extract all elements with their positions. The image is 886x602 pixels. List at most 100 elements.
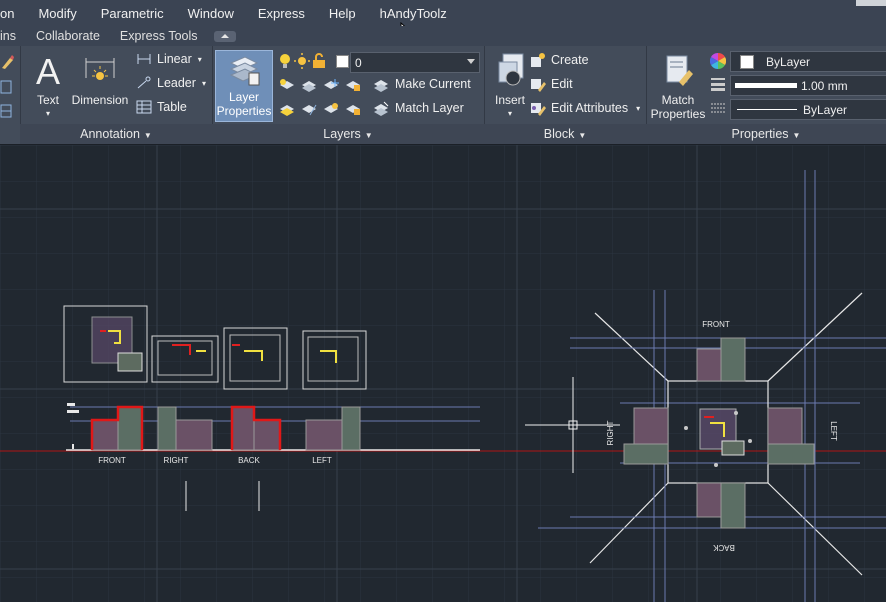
linetype-dropdown[interactable]: ByLayer xyxy=(730,99,886,120)
make-current-icon xyxy=(374,80,388,92)
color-swatch xyxy=(740,54,754,69)
unlock-icon xyxy=(313,53,325,68)
canvas-grid xyxy=(0,145,886,602)
menu-item-express[interactable]: Express xyxy=(246,6,317,21)
edit-attributes-icon xyxy=(531,103,546,116)
tab-express-tools[interactable]: Express Tools xyxy=(110,29,208,43)
chevron-up-icon xyxy=(220,34,229,38)
match-properties-label-2: Properties xyxy=(650,107,706,121)
lineweight-value: 1.00 mm xyxy=(801,78,848,93)
panel-title-properties[interactable]: Properties ▼ xyxy=(646,124,886,144)
view-label-left: LEFT xyxy=(312,456,332,465)
layer-lock-icon[interactable] xyxy=(344,77,362,93)
window-edge xyxy=(856,0,886,6)
plan-label-left: RIGHT xyxy=(606,420,615,445)
text-button[interactable]: A Text ▾ xyxy=(26,51,70,121)
dimension-button[interactable]: Dimension xyxy=(70,52,130,107)
tab-plugins[interactable]: ins xyxy=(0,29,26,43)
menu-item-handytoolz[interactable]: hAndyToolz xyxy=(368,6,459,21)
chevron-down-icon: ▾ xyxy=(197,54,202,64)
linetype-value: ByLayer xyxy=(803,102,848,117)
layer-stack-icon xyxy=(229,56,260,86)
panel-layers: Layer Properties 0 Make Current Match La… xyxy=(212,46,485,144)
lineweight-icon xyxy=(711,78,725,91)
insert-block-icon xyxy=(498,53,524,86)
layer-properties-button[interactable]: Layer Properties xyxy=(215,50,273,122)
panel-block: Insert ▾ Create Edit Edit Attributes ▾ B… xyxy=(484,46,647,144)
plan-label-bottom: BACK xyxy=(712,543,734,552)
panel-draw-partial xyxy=(0,46,21,144)
linear-dim-icon xyxy=(137,54,151,64)
color-value: ByLayer xyxy=(766,54,811,69)
menu-item-parametric[interactable]: Parametric xyxy=(89,6,176,21)
linetype-line xyxy=(737,109,797,110)
ribbon-minimize-button[interactable] xyxy=(213,30,236,42)
chevron-down-icon: ▾ xyxy=(507,109,512,118)
sun-icon xyxy=(294,53,310,69)
layer-off-icon[interactable] xyxy=(278,77,296,93)
leader-label: Leader xyxy=(157,76,196,90)
create-block-button[interactable]: Create xyxy=(530,52,589,68)
leader-icon xyxy=(137,76,151,89)
text-button-label: Text xyxy=(36,93,59,107)
layer-on-all-icon[interactable] xyxy=(278,101,296,117)
tab-collaborate[interactable]: Collaborate xyxy=(26,29,110,43)
plan-label-right: LEFT xyxy=(829,421,838,441)
menu-item-help[interactable]: Help xyxy=(317,6,368,21)
match-layer-button[interactable]: Match Layer xyxy=(372,100,464,116)
layer-thaw-icon[interactable] xyxy=(322,101,340,117)
table-icon xyxy=(136,100,152,114)
panel-title-annotation[interactable]: Annotation ▼ xyxy=(20,124,212,144)
panel-properties: Match Properties ByLayer 1.00 mm ByLayer… xyxy=(646,46,886,144)
layer-unlock-icon[interactable] xyxy=(344,101,362,117)
linetype-icon xyxy=(711,103,725,113)
table-button[interactable]: Table xyxy=(136,100,187,114)
edit-block-button[interactable]: Edit xyxy=(530,76,573,92)
layer-dropdown[interactable]: 0 xyxy=(350,52,480,73)
pencil-icon[interactable] xyxy=(0,54,14,70)
insert-label: Insert xyxy=(494,93,525,107)
menu-item-modify[interactable]: Modify xyxy=(26,6,88,21)
layer-isolate-icon[interactable] xyxy=(300,77,318,93)
chevron-down-icon xyxy=(467,59,475,64)
edit-label: Edit xyxy=(551,77,573,91)
match-layer-label: Match Layer xyxy=(395,101,464,115)
text-a-icon: A xyxy=(36,51,60,92)
match-properties-icon xyxy=(666,55,693,86)
linear-button[interactable]: Linear ▾ xyxy=(136,52,202,66)
layer-unisolate-icon[interactable] xyxy=(300,101,318,117)
color-wheel-icon xyxy=(710,53,726,69)
edit-attributes-label: Edit Attributes xyxy=(551,101,629,115)
make-current-label: Make Current xyxy=(395,77,471,91)
panel-title-block[interactable]: Block ▼ xyxy=(484,124,646,144)
edit-attributes-button[interactable]: Edit Attributes ▾ xyxy=(530,100,640,116)
hatch-icon[interactable] xyxy=(0,80,12,94)
chevron-down-icon: ▾ xyxy=(636,103,641,113)
color-dropdown[interactable]: ByLayer xyxy=(730,51,886,72)
match-layer-icon xyxy=(374,101,389,116)
plan-label-top: FRONT xyxy=(702,320,730,329)
linear-label: Linear xyxy=(157,52,192,66)
insert-button[interactable]: Insert ▾ xyxy=(488,52,532,121)
make-current-button[interactable]: Make Current xyxy=(372,76,471,92)
drawing-canvas[interactable]: FRONT RIGHT BACK LEFT FRONT RIGHT LEFT B… xyxy=(0,145,886,602)
view-label-front: FRONT xyxy=(98,456,126,465)
view-label-right: RIGHT xyxy=(164,456,189,465)
ribbon: A Text ▾ Dimension Linear ▾ Leader ▾ Tab… xyxy=(0,46,886,145)
boundary-icon[interactable] xyxy=(0,104,12,118)
menu-bar: on Modify Parametric Window Express Help… xyxy=(0,0,886,42)
leader-button[interactable]: Leader ▾ xyxy=(136,76,206,90)
layer-freeze-icon[interactable] xyxy=(322,77,340,93)
view-label-back: BACK xyxy=(238,456,260,465)
lineweight-dropdown[interactable]: 1.00 mm xyxy=(730,75,886,96)
ribbon-tab-bar: ins Collaborate Express Tools xyxy=(0,26,886,47)
match-properties-label-1: Match xyxy=(661,93,695,107)
panel-title-layers[interactable]: Layers ▼ xyxy=(212,124,484,144)
svg-text:A: A xyxy=(36,52,60,90)
menu-item-window[interactable]: Window xyxy=(176,6,246,21)
chevron-down-icon: ▾ xyxy=(45,109,50,118)
match-properties-button[interactable]: Match Properties xyxy=(648,52,708,121)
panel-annotation: A Text ▾ Dimension Linear ▾ Leader ▾ Tab… xyxy=(20,46,213,144)
menu-item-on[interactable]: on xyxy=(0,6,26,21)
layer-on-bulb-icon xyxy=(280,54,290,68)
